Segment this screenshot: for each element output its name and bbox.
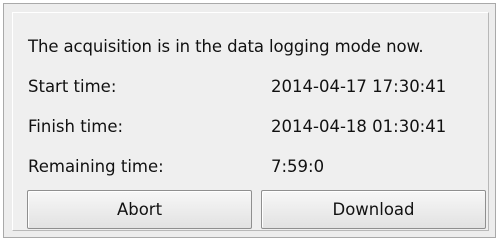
remaining-time-label: Remaining time: bbox=[28, 157, 164, 176]
download-button[interactable]: Download bbox=[261, 190, 486, 229]
dialog-frame: The acquisition is in the data logging m… bbox=[3, 3, 496, 238]
start-time-value: 2014-04-17 17:30:41 bbox=[271, 77, 447, 96]
start-time-label: Start time: bbox=[28, 77, 117, 96]
remaining-time-value: 7:59:0 bbox=[271, 157, 325, 176]
abort-button[interactable]: Abort bbox=[27, 190, 252, 229]
finish-time-label: Finish time: bbox=[28, 117, 124, 136]
finish-time-value: 2014-04-18 01:30:41 bbox=[271, 117, 447, 136]
acquisition-status-panel: The acquisition is in the data logging m… bbox=[12, 12, 489, 231]
status-message: The acquisition is in the data logging m… bbox=[28, 37, 424, 56]
